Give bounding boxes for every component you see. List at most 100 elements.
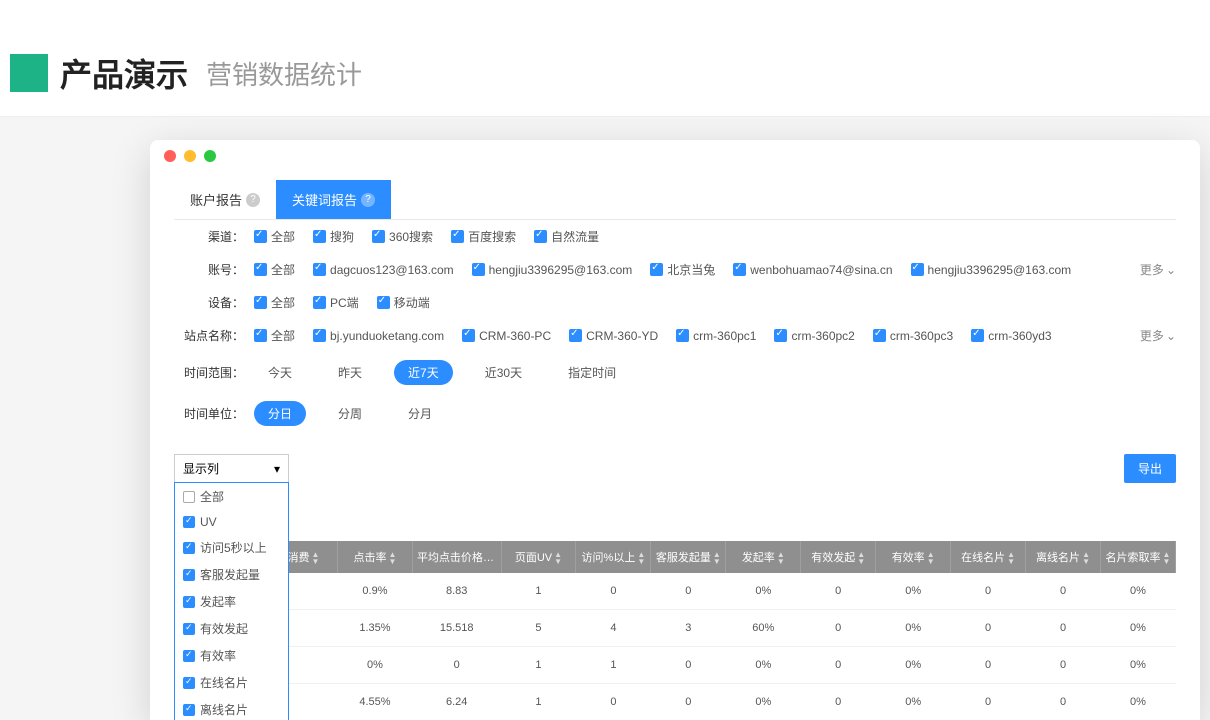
column-dropdown[interactable]: 全部UV访问5秒以上客服发起量发起率有效发起有效率在线名片离线名片名片索取率有效… (174, 482, 289, 720)
table-body: bj-云朵课堂0.9%8.831000%00%000%bj-云朵课堂1.35%1… (174, 573, 1176, 720)
table-cell: 0% (1101, 610, 1176, 647)
filter-checkbox[interactable]: 全部 (254, 228, 295, 245)
tab-account-report[interactable]: 账户报告 ? (174, 180, 276, 219)
maximize-icon[interactable] (204, 150, 216, 162)
filter-checkbox[interactable]: wenbohuamao74@sina.cn (733, 263, 892, 277)
filter-checkbox[interactable]: 北京当兔 (650, 261, 715, 278)
filter-pill[interactable]: 指定时间 (554, 360, 630, 385)
column-header[interactable]: 有效率▲▼ (876, 541, 951, 573)
sort-icon: ▲▼ (927, 551, 935, 565)
close-icon[interactable] (164, 150, 176, 162)
table-cell: 0 (651, 573, 726, 610)
filter-checkbox[interactable]: 全部 (254, 294, 295, 311)
dropdown-item[interactable]: 有效率 (175, 642, 288, 669)
column-header[interactable]: 平均点击价格(元)▲▼ (412, 541, 501, 573)
table-cell: 0 (951, 573, 1026, 610)
column-header[interactable]: 名片索取率▲▼ (1101, 541, 1176, 573)
table-row[interactable]: bj-云朵课堂0%01100%00%000% (174, 647, 1176, 684)
filter-checkbox[interactable]: crm-360pc1 (676, 329, 756, 343)
column-header[interactable]: 客服发起量▲▼ (651, 541, 726, 573)
sort-icon: ▲▼ (857, 551, 865, 565)
checkbox-label: crm-360pc1 (693, 329, 756, 343)
filter-checkbox[interactable]: 全部 (254, 261, 295, 278)
filter-checkbox[interactable]: hengjiu3396295@163.com (472, 263, 633, 277)
more-link[interactable]: 更多 ⌄ (1140, 327, 1176, 344)
filter-pill[interactable]: 近30天 (471, 360, 536, 385)
filter-checkbox[interactable]: 搜狗 (313, 228, 354, 245)
column-header[interactable]: 访问%以上▲▼ (576, 541, 651, 573)
checkbox-icon (451, 230, 464, 243)
filter-checkbox[interactable]: CRM-360-PC (462, 329, 551, 343)
filter-pill[interactable]: 分周 (324, 401, 376, 426)
column-header[interactable]: 点击率▲▼ (338, 541, 413, 573)
table-cell: 0 (576, 573, 651, 610)
filter-checkbox[interactable]: 全部 (254, 327, 295, 344)
table-row[interactable]: bj-云朵课堂4.55%6.241000%00%000% (174, 684, 1176, 720)
table-cell: 0 (1026, 573, 1101, 610)
filter-pill[interactable]: 近7天 (394, 360, 453, 385)
filter-checkbox[interactable]: dagcuos123@163.com (313, 263, 454, 277)
table-cell: 0 (651, 647, 726, 684)
tab-label: 关键词报告 (292, 190, 357, 209)
filter-options: 全部 dagcuos123@163.com hengjiu3396295@163.c… (254, 261, 1176, 278)
help-icon[interactable]: ? (361, 193, 375, 207)
table-header-row: 账户消费▲▼点击率▲▼平均点击价格(元)▲▼页面UV▲▼访问%以上▲▼客服发起量… (174, 541, 1176, 573)
filter-checkbox[interactable]: crm-360pc2 (774, 329, 854, 343)
table-cell: 1 (501, 573, 576, 610)
window-titlebar (150, 140, 1200, 172)
export-button[interactable]: 导出 (1124, 454, 1176, 483)
checkbox-label: 移动端 (394, 294, 430, 311)
checkbox-label: hengjiu3396295@163.com (489, 263, 633, 277)
table-row[interactable]: bj-云朵课堂0.9%8.831000%00%000% (174, 573, 1176, 610)
dropdown-item[interactable]: 全部 (175, 483, 288, 510)
filter-checkbox[interactable]: CRM-360-YD (569, 329, 658, 343)
tab-keyword-report[interactable]: 关键词报告 ? (276, 180, 391, 219)
filter-checkbox[interactable]: 移动端 (377, 294, 430, 311)
filter-checkbox[interactable]: 百度搜索 (451, 228, 516, 245)
minimize-icon[interactable] (184, 150, 196, 162)
table-cell: 0 (951, 647, 1026, 684)
checkbox-icon (534, 230, 547, 243)
help-icon[interactable]: ? (246, 193, 260, 207)
filter-checkbox[interactable]: crm-360yd3 (971, 329, 1051, 343)
column-header[interactable]: 发起率▲▼ (726, 541, 801, 573)
column-header[interactable]: 页面UV▲▼ (501, 541, 576, 573)
column-header[interactable]: 在线名片▲▼ (951, 541, 1026, 573)
checkbox-label: CRM-360-YD (586, 329, 658, 343)
filter-pill[interactable]: 今天 (254, 360, 306, 385)
filter-options: 全部 搜狗 360搜索 百度搜索 自然流量 (254, 228, 1176, 245)
filter-pill[interactable]: 分日 (254, 401, 306, 426)
table-cell: 0% (726, 684, 801, 720)
filter-checkbox[interactable]: bj.yunduoketang.com (313, 329, 444, 343)
table-cell: 0% (726, 647, 801, 684)
dropdown-item[interactable]: 在线名片 (175, 669, 288, 696)
filter-checkbox[interactable]: crm-360pc3 (873, 329, 953, 343)
filter-pill[interactable]: 分月 (394, 401, 446, 426)
column-selector[interactable]: 显示列 ▾ (174, 454, 289, 483)
sort-icon: ▲▼ (311, 551, 319, 565)
filter-checkbox[interactable]: hengjiu3396295@163.com (911, 263, 1072, 277)
table-cell: 0% (1101, 684, 1176, 720)
checkbox-icon (569, 329, 582, 342)
dropdown-item[interactable]: 发起率 (175, 588, 288, 615)
dropdown-item[interactable]: UV (175, 510, 288, 534)
dropdown-item[interactable]: 客服发起量 (175, 561, 288, 588)
table-cell: 60% (726, 610, 801, 647)
column-header[interactable]: 离线名片▲▼ (1026, 541, 1101, 573)
filter-checkbox[interactable]: PC端 (313, 294, 359, 311)
data-table: 账户消费▲▼点击率▲▼平均点击价格(元)▲▼页面UV▲▼访问%以上▲▼客服发起量… (174, 541, 1176, 720)
filter-checkbox[interactable]: 自然流量 (534, 228, 599, 245)
table-row[interactable]: bj-云朵课堂1.35%15.51854360%00%000% (174, 610, 1176, 647)
dropdown-item[interactable]: 访问5秒以上 (175, 534, 288, 561)
sort-icon: ▲▼ (1163, 551, 1171, 565)
filter-checkbox[interactable]: 360搜索 (372, 228, 433, 245)
dropdown-item[interactable]: 离线名片 (175, 696, 288, 720)
filter-label: 账号： (174, 261, 244, 278)
more-link[interactable]: 更多 ⌄ (1140, 261, 1176, 278)
checkbox-label: crm-360yd3 (988, 329, 1051, 343)
report-tabs: 账户报告 ? 关键词报告 ? (174, 180, 1176, 220)
table-cell: 0 (801, 684, 876, 720)
column-header[interactable]: 有效发起▲▼ (801, 541, 876, 573)
dropdown-item[interactable]: 有效发起 (175, 615, 288, 642)
filter-pill[interactable]: 昨天 (324, 360, 376, 385)
